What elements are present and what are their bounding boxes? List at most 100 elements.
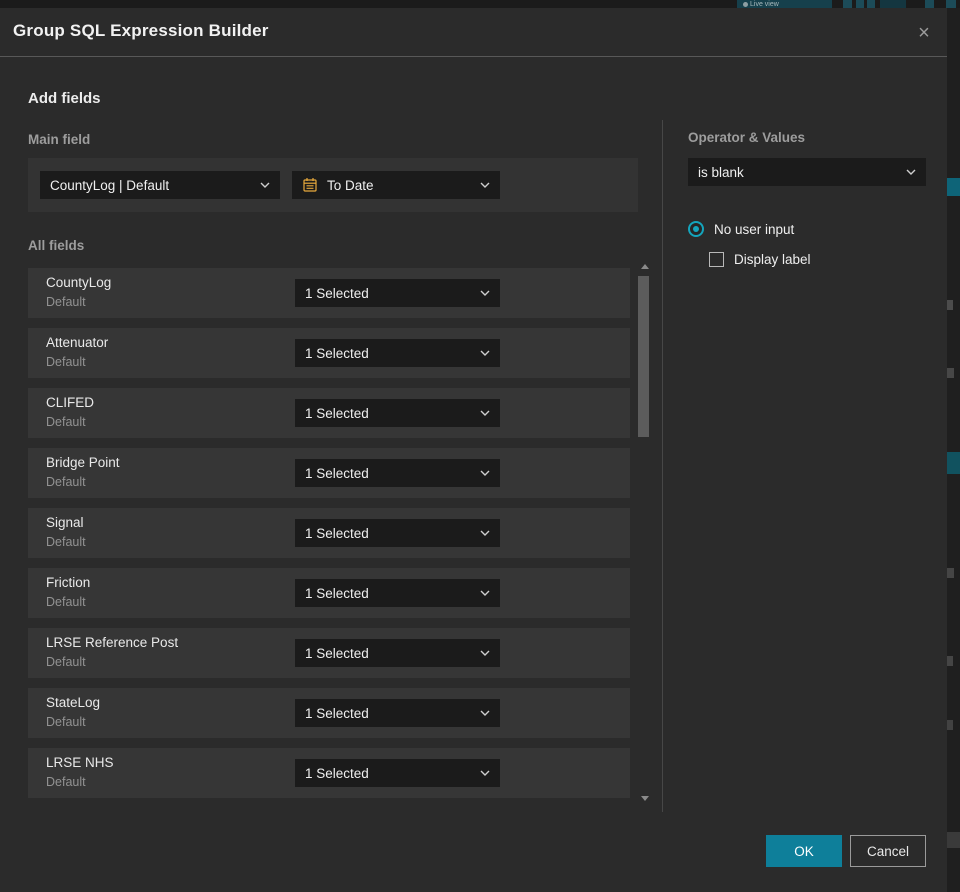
background-fragment <box>947 452 960 474</box>
panel-divider <box>662 120 663 812</box>
operator-value: is blank <box>698 164 744 180</box>
add-fields-heading: Add fields <box>28 90 101 107</box>
cancel-button[interactable]: Cancel <box>850 835 926 867</box>
field-selected-dropdown[interactable]: 1 Selected <box>295 579 500 607</box>
field-subtitle: Default <box>46 655 86 669</box>
field-name: Attenuator <box>46 335 109 350</box>
field-selected-dropdown[interactable]: 1 Selected <box>295 639 500 667</box>
field-name: Bridge Point <box>46 455 120 470</box>
calendar-icon <box>302 177 318 193</box>
dialog-header: Group SQL Expression Builder × <box>0 8 947 57</box>
operator-values-label: Operator & Values <box>688 130 806 145</box>
field-subtitle: Default <box>46 415 86 429</box>
all-fields-label: All fields <box>28 238 85 253</box>
field-subtitle: Default <box>46 355 86 369</box>
live-view-button: Live view <box>737 0 832 8</box>
chevron-down-icon <box>906 169 916 175</box>
checkbox-unchecked-icon <box>709 252 724 267</box>
field-selected-dropdown[interactable]: 1 Selected <box>295 519 500 547</box>
field-subtitle: Default <box>46 775 86 789</box>
field-name: LRSE NHS <box>46 755 114 770</box>
chevron-down-icon <box>260 182 270 188</box>
field-name: Signal <box>46 515 84 530</box>
field-row-lrse-reference-post: LRSE Reference Post Default 1 Selected <box>28 628 630 678</box>
field-name: CLIFED <box>46 395 95 410</box>
field-row-clifed: CLIFED Default 1 Selected <box>28 388 630 438</box>
display-label-checkbox[interactable]: Display label <box>709 252 811 267</box>
background-app-right-strip <box>947 8 960 892</box>
field-selected-dropdown[interactable]: 1 Selected <box>295 699 500 727</box>
field-name: Friction <box>46 575 91 590</box>
field-selected-dropdown[interactable]: 1 Selected <box>295 759 500 787</box>
main-field-panel: CountyLog | Default To Date <box>28 158 638 212</box>
operator-select[interactable]: is blank <box>688 158 926 186</box>
main-field-select-value: CountyLog | Default <box>50 177 170 193</box>
field-name: CountyLog <box>46 275 112 290</box>
background-fragment <box>947 300 953 310</box>
field-selected-dropdown[interactable]: 1 Selected <box>295 279 500 307</box>
toolbar-fragment <box>880 0 906 8</box>
field-subtitle: Default <box>46 295 86 309</box>
scrollbar-thumb[interactable] <box>638 276 649 437</box>
field-selected-dropdown[interactable]: 1 Selected <box>295 339 500 367</box>
selected-count: 1 Selected <box>305 705 369 721</box>
dialog-title: Group SQL Expression Builder <box>13 21 269 40</box>
chevron-down-icon <box>480 410 490 416</box>
screen: Live view Group SQL Expression Builder ×… <box>0 0 960 892</box>
selected-count: 1 Selected <box>305 345 369 361</box>
selected-count: 1 Selected <box>305 585 369 601</box>
close-button[interactable]: × <box>909 18 939 48</box>
main-field-date-select[interactable]: To Date <box>292 171 500 199</box>
chevron-down-icon <box>480 650 490 656</box>
field-row-statelog: StateLog Default 1 Selected <box>28 688 630 738</box>
main-field-label: Main field <box>28 132 91 147</box>
chevron-down-icon <box>480 470 490 476</box>
close-icon: × <box>918 21 930 44</box>
toolbar-fragment <box>946 0 956 8</box>
radio-selected-icon <box>688 221 704 237</box>
background-fragment <box>947 832 960 848</box>
toolbar-fragment <box>856 0 864 8</box>
radio-label: No user input <box>714 221 795 237</box>
field-selected-dropdown[interactable]: 1 Selected <box>295 399 500 427</box>
field-row-bridge-point: Bridge Point Default 1 Selected <box>28 448 630 498</box>
field-selected-dropdown[interactable]: 1 Selected <box>295 459 500 487</box>
field-subtitle: Default <box>46 475 86 489</box>
field-row-lrse-nhs: LRSE NHS Default 1 Selected <box>28 748 630 798</box>
toolbar-fragment <box>843 0 852 8</box>
selected-count: 1 Selected <box>305 765 369 781</box>
background-fragment <box>947 178 960 196</box>
scrollbar-up-arrow-icon[interactable] <box>641 264 649 269</box>
main-field-select[interactable]: CountyLog | Default <box>40 171 280 199</box>
chevron-down-icon <box>480 350 490 356</box>
selected-count: 1 Selected <box>305 465 369 481</box>
no-user-input-radio[interactable]: No user input <box>688 221 794 237</box>
field-row-attenuator: Attenuator Default 1 Selected <box>28 328 630 378</box>
field-subtitle: Default <box>46 595 86 609</box>
background-fragment <box>947 720 953 730</box>
field-subtitle: Default <box>46 715 86 729</box>
chevron-down-icon <box>480 710 490 716</box>
background-fragment <box>947 656 953 666</box>
scrollbar-down-arrow-icon[interactable] <box>641 796 649 801</box>
background-app-top-strip: Live view <box>0 0 960 8</box>
field-name: LRSE Reference Post <box>46 635 179 650</box>
background-fragment <box>947 568 954 578</box>
chevron-down-icon <box>480 590 490 596</box>
group-sql-expression-builder-dialog: Group SQL Expression Builder × Add field… <box>0 8 947 892</box>
field-row-countylog: CountyLog Default 1 Selected <box>28 268 630 318</box>
selected-count: 1 Selected <box>305 645 369 661</box>
background-fragment <box>947 368 954 378</box>
chevron-down-icon <box>480 530 490 536</box>
toolbar-fragment <box>925 0 934 8</box>
chevron-down-icon <box>480 290 490 296</box>
selected-count: 1 Selected <box>305 405 369 421</box>
field-subtitle: Default <box>46 535 86 549</box>
live-view-label: Live view <box>750 1 779 8</box>
chevron-down-icon <box>480 182 490 188</box>
selected-count: 1 Selected <box>305 525 369 541</box>
field-row-signal: Signal Default 1 Selected <box>28 508 630 558</box>
toolbar-fragment <box>867 0 875 8</box>
ok-button[interactable]: OK <box>766 835 842 867</box>
main-field-date-value: To Date <box>327 177 374 193</box>
